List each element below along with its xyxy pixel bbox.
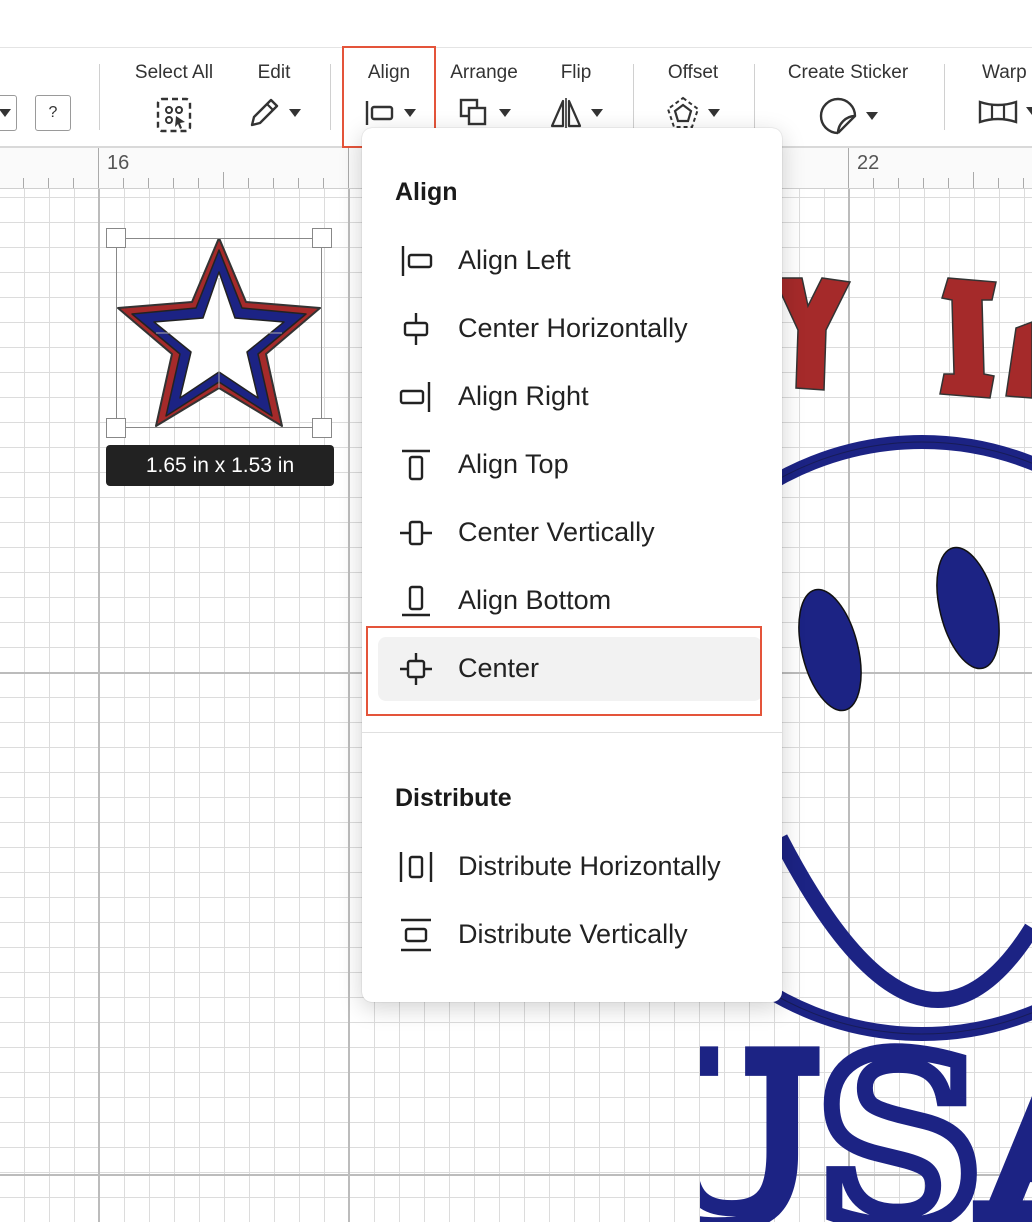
menu-item-label: Distribute Horizontally <box>458 851 721 881</box>
resize-handle-top-right[interactable] <box>312 228 332 248</box>
edit-button[interactable]: Edit <box>236 48 312 146</box>
size-badge: 1.65 in x 1.53 in <box>106 445 334 486</box>
gridline-major <box>98 148 100 1222</box>
menu-item-label: Distribute Vertically <box>458 919 688 949</box>
help-label: ? <box>48 104 58 121</box>
distribute-vertically-icon <box>401 918 431 952</box>
menu-item-align-right[interactable]: Align Right <box>378 365 762 429</box>
sticker-icon <box>819 97 857 135</box>
gridline-major <box>348 148 350 1222</box>
menu-item-center-horizontally[interactable]: Center Horizontally <box>378 297 762 361</box>
menu-item-distribute-vertically[interactable]: Distribute Vertically <box>378 903 762 967</box>
resize-handle-bottom-left[interactable] <box>106 418 126 438</box>
usa-text: USA <box>700 1007 1032 1222</box>
align-bottom-icon <box>402 585 430 617</box>
select-all-icon <box>156 97 192 133</box>
separator <box>633 64 634 130</box>
menu-item-distribute-horizontally[interactable]: Distribute Horizontally <box>378 835 762 899</box>
menu-item-center-vertically[interactable]: Center Vertically <box>378 501 762 565</box>
menu-item-label: Align Right <box>458 381 589 411</box>
align-right-icon <box>399 382 431 412</box>
distribute-horizontally-icon <box>399 852 433 882</box>
center-highlight-box <box>366 626 762 716</box>
menu-item-label: Center Vertically <box>458 517 655 547</box>
center-vertically-icon <box>400 520 432 546</box>
chevron-down-icon <box>1026 107 1032 115</box>
menu-item-label: Align Left <box>458 245 571 275</box>
menu-item-label: Center Horizontally <box>458 313 688 343</box>
warp-label: Warp <box>982 62 1027 83</box>
chevron-down-icon <box>866 112 878 120</box>
arrange-icon <box>459 98 487 126</box>
arrange-label: Arrange <box>450 62 518 83</box>
separator <box>330 64 331 130</box>
align-dropdown-menu: Align Align Left Center Horizontally Ali… <box>362 128 782 1002</box>
warp-button[interactable]: Warp <box>962 48 1032 146</box>
chevron-down-icon <box>708 109 720 117</box>
align-left-icon <box>401 246 433 276</box>
align-heading: Align <box>395 178 458 206</box>
chevron-down-icon <box>499 109 511 117</box>
separator <box>99 64 100 130</box>
selection-box[interactable] <box>116 238 322 428</box>
create-sticker-label: Create Sticker <box>787 62 909 83</box>
top-strip <box>0 0 1032 48</box>
resize-handle-top-left[interactable] <box>106 228 126 248</box>
separator <box>944 64 945 130</box>
smile-mouth <box>772 834 1032 1008</box>
pencil-icon <box>250 98 279 127</box>
distribute-heading: Distribute <box>395 784 512 812</box>
menu-item-align-bottom[interactable]: Align Bottom <box>378 569 762 633</box>
warp-icon <box>978 100 1018 124</box>
separator <box>754 64 755 130</box>
menu-item-align-left[interactable]: Align Left <box>378 229 762 293</box>
ruler-label: 16 <box>107 152 130 174</box>
select-all-label: Select All <box>134 62 214 83</box>
dropdown-partial[interactable] <box>0 48 20 146</box>
flip-label: Flip <box>560 62 592 83</box>
offset-label: Offset <box>667 62 719 83</box>
ruler-label: 22 <box>857 152 880 174</box>
menu-item-align-top[interactable]: Align Top <box>378 433 762 497</box>
help-button[interactable]: ? <box>35 95 71 131</box>
menu-item-label: Align Top <box>458 449 569 479</box>
create-sticker-button[interactable]: Create Sticker <box>770 48 926 146</box>
left-eye <box>798 588 862 712</box>
edit-label: Edit <box>257 62 291 83</box>
select-all-button[interactable]: Select All <box>118 48 230 146</box>
align-top-icon <box>402 449 430 481</box>
flip-icon <box>550 98 582 129</box>
resize-handle-bottom-right[interactable] <box>312 418 332 438</box>
menu-divider <box>362 732 782 733</box>
chevron-down-icon <box>289 109 301 117</box>
menu-item-label: Align Bottom <box>458 585 612 615</box>
center-horizontally-icon <box>403 313 429 345</box>
red-letters-art <box>772 277 1032 399</box>
right-eye <box>936 546 1000 670</box>
chevron-down-icon <box>591 109 603 117</box>
offset-icon <box>666 96 700 128</box>
